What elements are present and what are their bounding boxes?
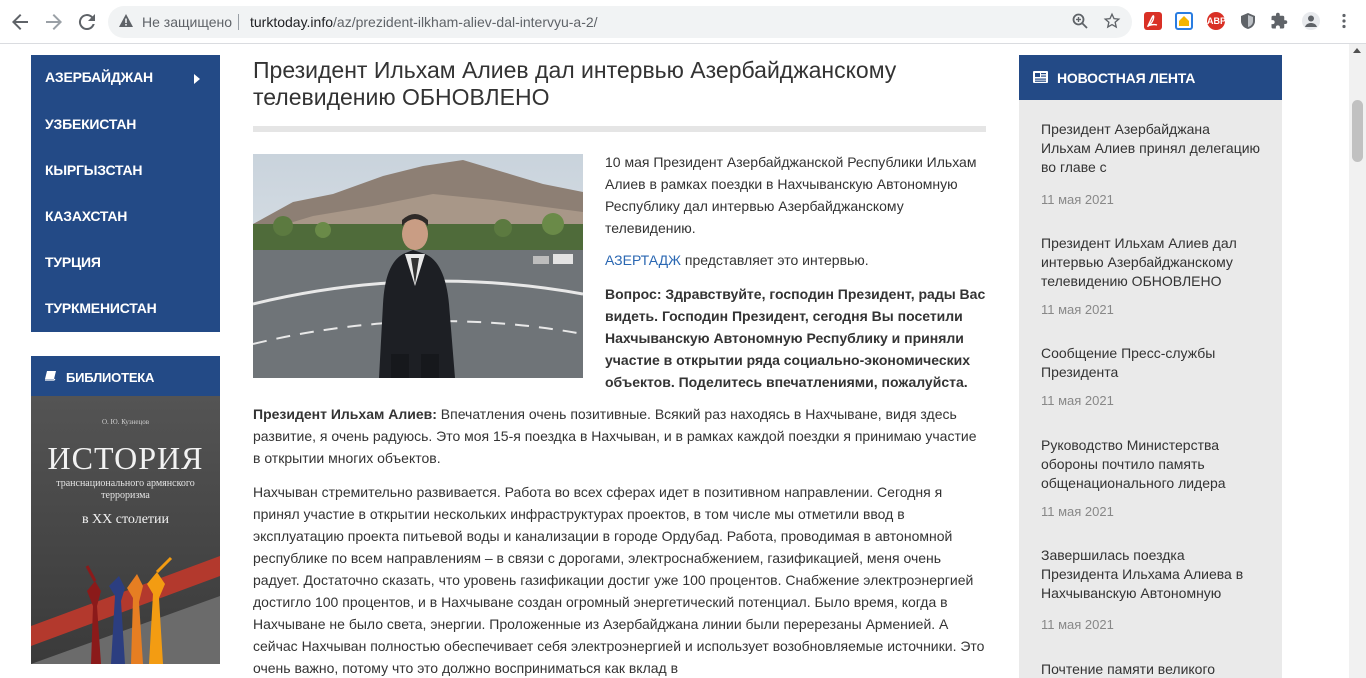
article-photo[interactable] (253, 154, 583, 378)
book-cover[interactable]: О. Ю. Кузнецов ИСТОРИЯ транснациональног… (31, 396, 220, 664)
warning-icon[interactable] (118, 13, 134, 29)
source-paragraph: АЗЕРТАДЖ представляет это интервью. (605, 249, 986, 271)
news-item-date: 11 мая 2021 (1041, 617, 1114, 632)
question-paragraph: Вопрос: Здравствуйте, господин Президент… (605, 286, 986, 390)
reload-icon[interactable] (75, 10, 99, 34)
news-feed-header: НОВОСТНАЯ ЛЕНТА (1019, 55, 1282, 100)
url-text[interactable]: turktoday.info/az/prezident-ilkham-aliev… (250, 14, 598, 30)
library-title: БИБЛИОТЕКА (66, 370, 155, 385)
news-item-date: 11 мая 2021 (1041, 504, 1114, 519)
news-item-link[interactable]: Почтение памяти великого (1041, 660, 1261, 678)
country-nav: АЗЕРБАЙДЖАН УЗБЕКИСТАН КЫРГЫЗСТАН КАЗАХС… (31, 55, 220, 332)
news-item-link[interactable]: Руководство Министерства обороны почтило… (1041, 436, 1261, 493)
shield-extension-icon[interactable] (1239, 12, 1257, 30)
pdf-extension-icon[interactable] (1144, 12, 1162, 30)
zoom-icon[interactable] (1070, 12, 1090, 32)
url-path: /az/prezident-ilkham-aliev-dal-intervyu-… (333, 14, 598, 30)
news-item-link[interactable]: Завершилась поездка Президента Ильхама А… (1041, 546, 1261, 603)
article-title: Президент Ильхам Алиев дал интервью Азер… (253, 57, 897, 110)
news-item-link[interactable]: Президент Азербайджана Ильхам Алиев прин… (1041, 120, 1261, 177)
library-widget: БИБЛИОТЕКА О. Ю. Кузнецов ИСТОРИЯ трансн… (31, 356, 220, 664)
answer-speaker: Президент Ильхам Алиев: (253, 406, 437, 422)
answer-paragraph: Президент Ильхам Алиев: Впечатления очен… (253, 403, 986, 469)
page-content: АЗЕРБАЙДЖАН УЗБЕКИСТАН КЫРГЫЗСТАН КАЗАХС… (0, 44, 1366, 678)
not-secure-label[interactable]: Не защищено (142, 14, 232, 30)
intro-paragraph: 10 мая Президент Азербайджанской Республ… (605, 154, 977, 236)
book-cover-artwork (31, 556, 220, 664)
book-century: в XX столетии (81, 512, 170, 527)
adblock-extension-icon[interactable]: ABP (1207, 12, 1226, 30)
news-item-link[interactable]: Президент Ильхам Алиев дал интервью Азер… (1041, 234, 1261, 291)
nav-item-turkmenistan[interactable]: ТУРКМЕНИСТАН (45, 300, 157, 320)
book-icon (45, 371, 56, 381)
news-item-date: 11 мая 2021 (1041, 302, 1114, 317)
chevron-right-icon (194, 74, 200, 84)
nav-item-kyrgyzstan[interactable]: КЫРГЫЗСТАН (45, 162, 143, 182)
address-bar[interactable]: Не защищено turktoday.info/az/prezident-… (108, 6, 1132, 38)
omnibox-separator (238, 14, 239, 30)
nav-item-kazakhstan[interactable]: КАЗАХСТАН (45, 208, 127, 228)
source-text: представляет это интервью. (680, 252, 869, 268)
news-item-date: 11 мая 2021 (1041, 393, 1114, 408)
nav-item-label: АЗЕРБАЙДЖАН (45, 69, 153, 85)
news-feed: НОВОСТНАЯ ЛЕНТА Президент Азербайджана И… (1019, 55, 1282, 678)
book-author: О. Ю. Кузнецов (101, 418, 150, 426)
azertag-link[interactable]: АЗЕРТАДЖ (605, 252, 681, 268)
profile-avatar-icon[interactable] (1302, 12, 1320, 30)
url-host: turktoday.info (250, 14, 334, 30)
home-extension-icon[interactable] (1175, 12, 1193, 30)
newspaper-icon (1033, 71, 1048, 83)
nav-item-uzbekistan[interactable]: УЗБЕКИСТАН (45, 116, 136, 136)
book-title: ИСТОРИЯ (47, 440, 204, 476)
nav-item-azerbaijan[interactable]: АЗЕРБАЙДЖАН (45, 69, 220, 89)
news-feed-title: НОВОСТНАЯ ЛЕНТА (1057, 70, 1196, 86)
scroll-up-arrow-icon[interactable] (1353, 48, 1361, 53)
book-subtitle: транснационального армянского терроризма (56, 478, 195, 501)
news-item-date: 11 мая 2021 (1041, 192, 1114, 207)
title-divider (253, 126, 986, 132)
bookmark-star-icon[interactable] (1102, 12, 1122, 32)
body-paragraph-2: Нахчыван стремительно развивается. Работ… (253, 484, 985, 676)
nav-item-turkey[interactable]: ТУРЦИЯ (45, 254, 101, 274)
browser-toolbar: Не защищено turktoday.info/az/prezident-… (0, 0, 1366, 44)
extensions-puzzle-icon[interactable] (1270, 12, 1288, 30)
browser-menu-icon[interactable] (1335, 12, 1353, 30)
back-icon[interactable] (8, 10, 32, 34)
news-item-link[interactable]: Сообщение Пресс-службы Президента (1041, 344, 1261, 382)
scrollbar-thumb[interactable] (1352, 100, 1363, 162)
forward-icon[interactable] (42, 10, 66, 34)
page-scrollbar[interactable] (1349, 44, 1366, 678)
